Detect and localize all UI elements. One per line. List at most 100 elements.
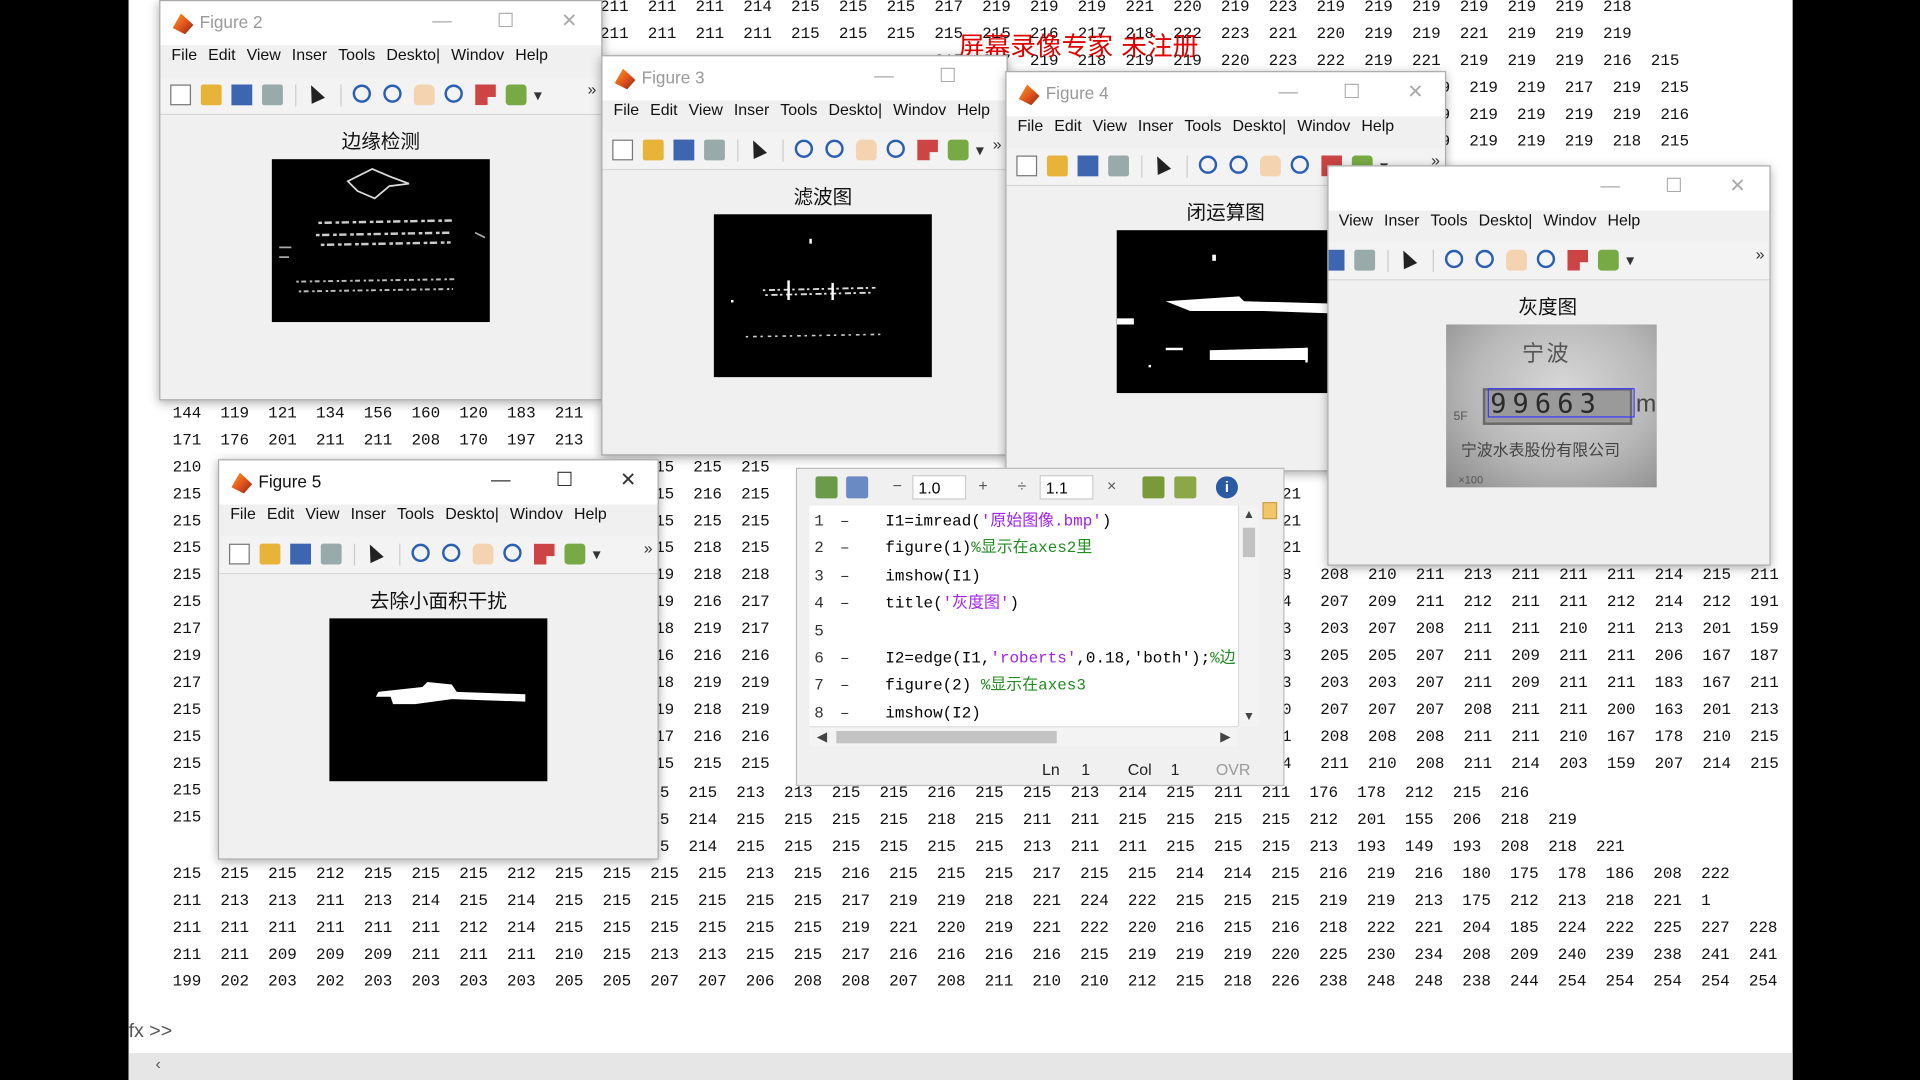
menu-item[interactable]: Tools (780, 100, 817, 118)
zoom-out-icon[interactable] (442, 543, 461, 563)
edit-plot-arrow-icon[interactable] (1150, 153, 1172, 175)
menu-item[interactable]: Windov (1543, 211, 1596, 229)
scroll-right-icon[interactable]: ▶ (1220, 729, 1230, 745)
zoom-increase-button[interactable]: + (978, 476, 987, 494)
editor-window[interactable]: − 1.0 + ÷ 1.1 × i 1– I1=imread('原始图像.bmp'… (795, 467, 1285, 787)
edit-plot-arrow-icon[interactable] (363, 541, 384, 564)
menu-item[interactable]: View (305, 504, 339, 522)
save-icon[interactable] (231, 84, 253, 106)
maximize-button[interactable]: ☐ (1649, 171, 1698, 203)
minimize-button[interactable]: — (1586, 171, 1635, 203)
print-icon[interactable] (262, 84, 283, 106)
pan-icon[interactable] (472, 543, 494, 565)
open-file-icon[interactable] (200, 84, 222, 106)
insert-cell-icon[interactable] (815, 476, 838, 499)
scroll-up-icon[interactable]: ▲ (1243, 508, 1255, 521)
pan-icon[interactable] (1506, 249, 1527, 271)
clear-button[interactable]: × (1107, 476, 1116, 494)
edit-plot-arrow-icon[interactable] (304, 82, 325, 104)
maximize-button[interactable]: ☐ (1327, 77, 1376, 109)
zoom-decrease-button[interactable]: − (893, 476, 902, 494)
code-line[interactable]: 2– figure(1)%显示在axes2里 (809, 536, 1238, 563)
rotate-3d-icon[interactable] (444, 84, 463, 103)
zoom-in-icon[interactable] (411, 543, 430, 563)
breakpoint-dash[interactable]: – (840, 645, 850, 672)
menu-item[interactable]: Help (515, 45, 548, 63)
menu-item[interactable]: View (247, 45, 281, 63)
toolbar-overflow-icon[interactable]: » (1756, 245, 1765, 263)
code-line[interactable]: 7– figure(2) %显示在axes3 (809, 673, 1238, 700)
code-line[interactable]: 1– I1=imread('原始图像.bmp') (809, 508, 1238, 535)
scroll-left-icon[interactable]: ◀ (817, 729, 827, 745)
menu-item[interactable]: Deskto| (386, 45, 440, 63)
menu-item[interactable]: Windov (510, 504, 563, 522)
new-figure-icon[interactable] (612, 139, 634, 161)
figure-2-window[interactable]: Figure 2 — ☐ ✕ File Edit View Inser Tools Des… (159, 0, 603, 401)
menu-item[interactable]: Help (574, 504, 607, 522)
rotate-3d-icon[interactable] (503, 543, 522, 563)
code-line[interactable]: 8– imshow(I2) (809, 700, 1238, 727)
menu-item[interactable]: Deskto| (1233, 116, 1287, 134)
code-line[interactable]: 5 (809, 618, 1238, 645)
open-file-icon[interactable] (1046, 155, 1068, 177)
edit-plot-arrow-icon[interactable] (746, 137, 768, 160)
menu-item[interactable]: View (1339, 211, 1373, 229)
code-line[interactable]: 6– I2=edge(I1,'roberts',0.18,'both');%边 (809, 645, 1238, 672)
evaluate-advance-icon[interactable] (1174, 476, 1197, 499)
command-window-scrollbar[interactable]: ‹ (128, 1053, 1793, 1080)
menu-item[interactable]: Windov (893, 100, 946, 118)
close-button[interactable]: ✕ (545, 6, 594, 38)
menu-item[interactable]: Deskto| (828, 100, 882, 118)
toolbar-overflow-icon[interactable]: » (993, 135, 1002, 153)
print-icon[interactable] (320, 543, 342, 565)
code-line[interactable]: 3– imshow(I1) (809, 563, 1238, 590)
menu-item[interactable]: File (613, 100, 639, 118)
brush-dropdown-icon[interactable]: ▾ (534, 86, 542, 106)
minimize-button[interactable]: — (860, 61, 909, 93)
divide-button[interactable]: ÷ (1018, 476, 1027, 494)
menu-item[interactable]: Tools (338, 45, 375, 63)
command-prompt[interactable]: fx >> (129, 1021, 173, 1043)
figure-2-titlebar[interactable]: Figure 2 — ☐ ✕ (160, 1, 602, 46)
print-icon[interactable] (1354, 249, 1376, 271)
panel-toggle-icon[interactable] (1262, 502, 1278, 520)
brush-icon[interactable] (947, 139, 969, 161)
save-icon[interactable] (673, 139, 695, 161)
toolbar-overflow-icon[interactable]: » (644, 539, 653, 557)
zoom-in-icon[interactable] (1444, 249, 1464, 269)
cell-divider-icon[interactable] (846, 476, 869, 499)
open-file-icon[interactable] (642, 139, 664, 161)
figure-3-window[interactable]: Figure 3 — ☐ File Edit View Inser Tools Deskt… (601, 55, 1008, 456)
zoom-out-icon[interactable] (1229, 155, 1248, 174)
menu-item[interactable]: Inser (292, 45, 327, 63)
breakpoint-dash[interactable]: – (840, 590, 850, 617)
menu-item[interactable]: File (1018, 116, 1044, 134)
save-icon[interactable] (290, 543, 312, 565)
breakpoint-dash[interactable]: – (840, 563, 850, 590)
rotate-3d-icon[interactable] (1290, 155, 1309, 174)
maximize-button[interactable]: ☐ (540, 465, 589, 497)
scroll-left-icon[interactable]: ‹ (156, 1054, 161, 1072)
figure-4-titlebar[interactable]: Figure 4 — ☐ ✕ (1006, 72, 1445, 117)
edit-plot-arrow-icon[interactable] (1396, 247, 1418, 270)
menu-item[interactable]: Help (1607, 211, 1640, 229)
close-button[interactable]: ✕ (604, 465, 653, 497)
evaluate-cell-icon[interactable] (1142, 476, 1165, 499)
zoom-out-icon[interactable] (383, 84, 402, 103)
brush-dropdown-icon[interactable]: ▾ (1626, 251, 1634, 271)
brush-icon[interactable] (505, 84, 527, 106)
menu-item[interactable]: Tools (397, 504, 434, 522)
pan-icon[interactable] (413, 84, 435, 106)
pan-icon[interactable] (855, 139, 877, 161)
zoom-in-icon[interactable] (1198, 155, 1218, 174)
minimize-button[interactable]: — (476, 465, 525, 497)
figure-5-window[interactable]: Figure 5 — ☐ ✕ File Edit View Inser Tools Des… (217, 459, 659, 860)
menu-item[interactable]: Inser (1384, 211, 1419, 229)
brush-icon[interactable] (1597, 249, 1619, 271)
menu-item[interactable]: Edit (267, 504, 294, 522)
menu-item[interactable]: File (171, 45, 197, 63)
print-icon[interactable] (704, 139, 725, 161)
code-area[interactable]: 1– I1=imread('原始图像.bmp') 2– figure(1)%显示在ax… (809, 505, 1238, 727)
pan-icon[interactable] (1260, 155, 1281, 177)
data-cursor-icon[interactable] (475, 84, 496, 106)
